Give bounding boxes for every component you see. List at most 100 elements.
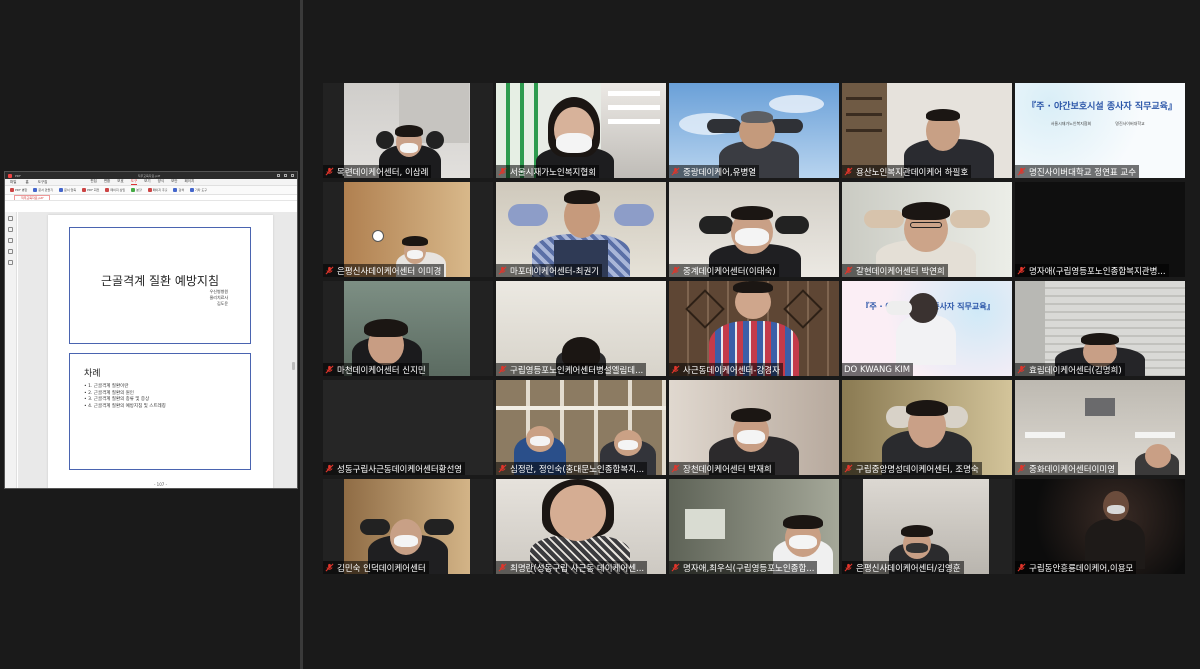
menu-item[interactable]: 파일 [10, 180, 16, 185]
participant-name: 목련데이케어센터, 이삼례 [337, 167, 429, 178]
participant-name: 성동구립사근동데이케어센터황선영 [337, 464, 463, 475]
participant-video [344, 281, 470, 376]
mic-muted-icon [1017, 464, 1026, 473]
participant-tile[interactable]: 명자애(구립영등포노인종합복지관병... [1015, 182, 1185, 277]
mic-muted-icon [844, 563, 853, 572]
split-icon [131, 188, 136, 192]
menu-item[interactable]: 도구집 [38, 180, 48, 185]
thumbnails-icon[interactable] [8, 216, 13, 221]
mic-muted-icon [1017, 266, 1026, 275]
insert-page-icon [105, 188, 110, 192]
participant-name: 명진사이버대학교 정연표 교수 [1029, 167, 1137, 178]
participant-tile[interactable]: 구립중앙명성데이케어센터, 조명숙 [842, 380, 1012, 475]
participant-tile-active-speaker[interactable]: 『주 · 야간보호시설 종사자 직무교육』 DO KWANG KIM [842, 281, 1012, 376]
mic-muted-icon [844, 167, 853, 176]
toolbar-button[interactable]: PDF 병합 [10, 188, 27, 192]
participant-name: 갈현데이케어센터 박연희 [856, 266, 945, 277]
mic-muted-icon [1017, 563, 1026, 572]
participant-name-bar: 장천데이케어센터 박재희 [669, 462, 775, 475]
participant-name: 명자애,최우식(구립영등포노인종합... [683, 563, 815, 574]
participant-name-bar: 서울시재가노인복지협회 [496, 165, 600, 178]
mic-muted-icon [498, 167, 507, 176]
minimize-icon[interactable] [277, 174, 280, 177]
participant-tile[interactable]: 마천데이케어센터 신지민 [323, 281, 493, 376]
participant-tile[interactable]: 중랑데이케어,유병열 [669, 83, 839, 178]
participant-tile[interactable]: 구립동안흥룡데이케어,이용모 [1015, 479, 1185, 574]
participant-tile[interactable]: 최명란(성동구립 사근동 데이케어센... [496, 479, 666, 574]
participant-tile[interactable]: 『주 · 야간보호시설 종사자 직무교육』 서울시재가노인복지협회 명진사이버대… [1015, 83, 1185, 178]
document-view[interactable]: 근골격계 질환 예방지침 우신병병원 물리치료사 김도윤 차례 • 1. 근골격… [18, 212, 297, 488]
participant-tile[interactable]: 효림데이케어센터(김명희) [1015, 281, 1185, 376]
menu-item-active[interactable]: 도구 [130, 179, 138, 185]
pdf-menubar: 파일 홈 도구집 편집 변환 보호 도구 보기 양식 보안 페이지 [5, 179, 297, 186]
app-icon [8, 173, 12, 178]
participant-tile[interactable]: 은평신사데이케어센터 이미경 [323, 182, 493, 277]
participant-tile[interactable]: 은평신사데이케어센터/김영훈 [842, 479, 1012, 574]
mic-muted-icon [671, 167, 680, 176]
attachment-icon[interactable] [8, 249, 13, 254]
menu-item[interactable]: 편집 [90, 179, 96, 185]
mic-muted-icon [844, 266, 853, 275]
participant-name: 중랑데이케어,유병열 [683, 167, 757, 178]
compress-icon [59, 188, 64, 192]
participant-gallery: 목련데이케어센터, 이삼례 서울시재가노인복지협회 중랑데이케어,유병열 용산노… [323, 83, 1185, 575]
participant-tile[interactable]: 성동구립사근동데이케어센터황선영 [323, 380, 493, 475]
rotate-icon [82, 188, 87, 192]
menu-item[interactable]: 양식 [158, 179, 164, 185]
participant-tile[interactable]: 명자애,최우식(구립영등포노인종합... [669, 479, 839, 574]
participant-name: 심정란, 정인숙(홍대문노인종합복지... [510, 464, 645, 475]
toolbar-button[interactable]: 기타 도구 [190, 188, 207, 192]
participant-tile[interactable]: 갈현데이케어센터 박연희 [842, 182, 1012, 277]
participant-name-bar: 마포데이케어센터-최권기 [496, 264, 603, 277]
window-controls[interactable] [277, 174, 294, 177]
participant-tile[interactable]: 서울시재가노인복지협회 [496, 83, 666, 178]
participant-tile[interactable]: 용산노인복지관데이케어 하필호 [842, 83, 1012, 178]
participant-tile[interactable]: 구립영등포노인케어센터병설엘림데... [496, 281, 666, 376]
participant-tile[interactable]: 장천데이케어센터 박재희 [669, 380, 839, 475]
comment-icon[interactable] [8, 238, 13, 243]
participant-tile[interactable]: 마포데이케어센터-최권기 [496, 182, 666, 277]
pane-divider[interactable] [300, 0, 303, 669]
participant-tile[interactable]: 목련데이케어센터, 이삼례 [323, 83, 493, 178]
toolbar-button[interactable]: 검색 [173, 188, 184, 192]
participant-video [842, 83, 1012, 178]
maximize-icon[interactable] [284, 174, 287, 177]
author-line: 김도윤 [216, 301, 228, 306]
document-tab[interactable]: 직무교육자료.pdf [14, 195, 51, 200]
participant-tile[interactable]: 심정란, 정인숙(홍대문노인종합복지... [496, 380, 666, 475]
participant-name-bar: 갈현데이케어센터 박연희 [842, 264, 948, 277]
layers-icon[interactable] [8, 260, 13, 265]
menu-item[interactable]: 페이지 [185, 179, 195, 185]
participant-tile[interactable]: 중화데이케어센터이미영 [1015, 380, 1185, 475]
participant-name: 구립중앙명성데이케어센터, 조명숙 [856, 464, 979, 475]
toolbar-button[interactable]: PDF 회전 [82, 188, 99, 192]
participant-video [496, 380, 666, 475]
participant-video [344, 182, 470, 277]
menu-item[interactable]: 보안 [171, 179, 177, 185]
app-label: PDF [15, 173, 21, 178]
menu-item[interactable]: 변환 [104, 179, 110, 185]
toolbar-button[interactable]: 문서 압축 [59, 188, 76, 192]
bookmark-icon[interactable] [8, 227, 13, 232]
participant-video [496, 281, 666, 376]
participant-name: 은평신사데이케어센터 이미경 [337, 266, 442, 277]
close-icon[interactable] [291, 174, 294, 177]
pdf-viewer-window: PDF 직무교육자료.pdf 파일 홈 도구집 편집 변환 보호 도구 보기 양… [4, 171, 298, 489]
partner-left-logo: 서울시재가노인복지협회 [1050, 121, 1092, 126]
menu-item[interactable]: 보기 [144, 179, 150, 185]
toolbar-button[interactable]: 페이지 삽입 [105, 188, 125, 192]
menu-item[interactable]: 홈 [25, 180, 28, 185]
shared-screen-pane: PDF 직무교육자료.pdf 파일 홈 도구집 편집 변환 보호 도구 보기 양… [0, 0, 300, 669]
toolbar-button[interactable]: 문서 만들기 [33, 188, 53, 192]
search-icon [173, 188, 178, 192]
menu-item[interactable]: 보호 [117, 179, 123, 185]
toolbar-button[interactable]: 분할 [131, 188, 142, 192]
participant-name-bar: 명자애,최우식(구립영등포노인종합... [669, 561, 818, 574]
participant-name-bar: 마천데이케어센터 신지민 [323, 363, 429, 376]
participant-tile[interactable]: 중계데이케어센터(이태숙) [669, 182, 839, 277]
participant-tile[interactable]: 사근동데이케어센터-강경자 [669, 281, 839, 376]
scrollbar-thumb[interactable] [292, 362, 295, 370]
toolbar-button[interactable]: 페이지 추출 [147, 188, 167, 192]
participant-tile[interactable]: 김민숙 인덕데이케어센터 [323, 479, 493, 574]
participant-name-bar: 김민숙 인덕데이케어센터 [323, 561, 429, 574]
